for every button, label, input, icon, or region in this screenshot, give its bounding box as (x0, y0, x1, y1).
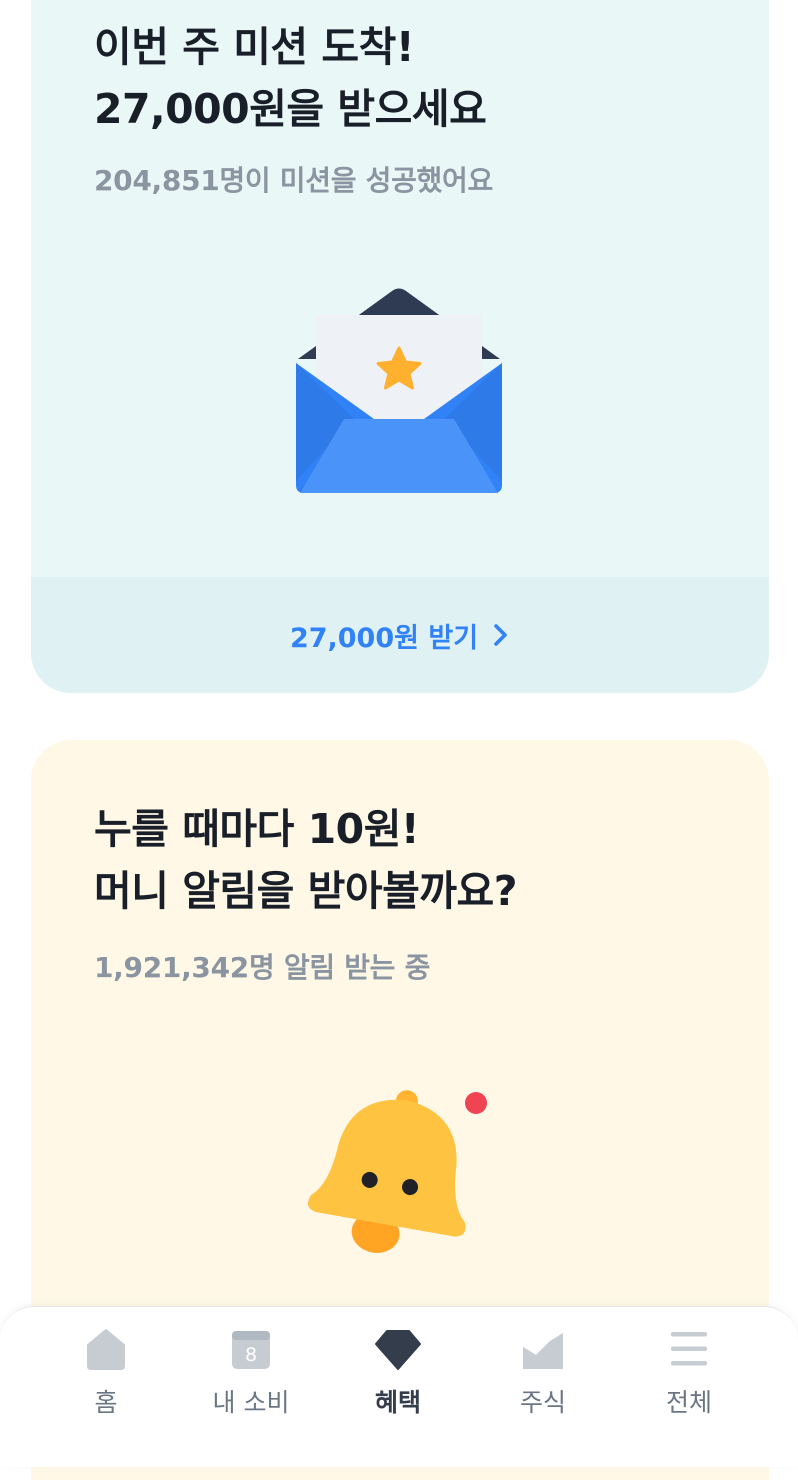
mission-title-line1: 이번 주 미션 도착! (94, 23, 415, 71)
tab-stocks-label: 주식 (519, 1388, 566, 1417)
tab-all[interactable]: 전체 (614, 1325, 764, 1437)
claim-reward-button[interactable]: 27,000원 받기 (31, 577, 769, 693)
bottom-tab-bar: 홈 8 내 소비 혜택 주식 전체 (0, 1306, 798, 1467)
calendar-icon: 8 (232, 1331, 270, 1369)
alarm-title-line1: 누를 때마다 10원! (94, 805, 420, 853)
mission-title: 이번 주 미션 도착! 27,000원을 받으세요 (94, 16, 487, 140)
tab-benefits-label: 혜택 (374, 1388, 421, 1417)
mission-title-line2: 27,000원을 받으세요 (94, 85, 487, 133)
tab-benefits[interactable]: 혜택 (323, 1325, 473, 1437)
claim-reward-label: 27,000원 받기 (289, 622, 479, 654)
tab-my-spending[interactable]: 8 내 소비 (176, 1325, 326, 1437)
bell-icon (307, 1090, 487, 1253)
tab-home-label: 홈 (94, 1388, 118, 1417)
alarm-subscribers-text: 1,921,342명 알림 받는 중 (94, 951, 431, 984)
home-icon (87, 1329, 125, 1370)
alarm-title: 누를 때마다 10원! 머니 알림을 받아볼까요? (94, 798, 518, 922)
envelope-star-icon (296, 288, 502, 493)
calendar-icon-day: 8 (245, 1344, 257, 1366)
tab-stocks[interactable]: 주식 (468, 1325, 618, 1437)
stock-chart-icon (523, 1333, 563, 1369)
tab-my-spending-label: 내 소비 (212, 1388, 290, 1417)
mission-participants-text: 204,851명이 미션을 성공했어요 (94, 164, 493, 197)
alarm-title-line2: 머니 알림을 받아볼까요? (94, 867, 518, 915)
tab-home[interactable]: 홈 (31, 1325, 181, 1437)
gem-icon (375, 1330, 421, 1370)
menu-icon (671, 1332, 707, 1366)
chevron-right-icon (494, 624, 507, 646)
mission-card[interactable]: 이번 주 미션 도착! 27,000원을 받으세요 204,851명이 미션을 … (31, 0, 769, 693)
tab-all-label: 전체 (665, 1388, 712, 1417)
